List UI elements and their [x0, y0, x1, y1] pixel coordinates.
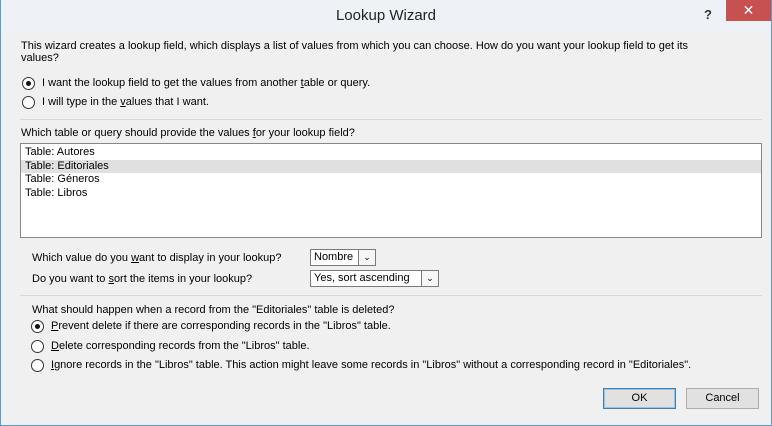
list-item-selected[interactable]: Table: Editoriales	[21, 159, 761, 173]
list-item[interactable]: Table: Libros	[21, 187, 761, 201]
radio-cascade-delete-label[interactable]: Delete corresponding records from the "L…	[51, 340, 310, 352]
intro-text-line1: This wizard creates a lookup field, whic…	[21, 40, 689, 52]
display-prompt: Which value do you want to display in yo…	[32, 252, 282, 264]
help-button[interactable]: ?	[698, 4, 718, 26]
radio-prevent-delete-label[interactable]: Prevent delete if there are correspondin…	[51, 320, 391, 332]
display-field-dropdown[interactable]: Nombre ⌄	[310, 249, 376, 266]
radio-ignore-records[interactable]	[31, 359, 44, 372]
radio-lookup-from-table-label[interactable]: I want the lookup field to get the value…	[42, 77, 370, 89]
intro-text-line2: values?	[21, 52, 59, 64]
delete-prompt: What should happen when a record from th…	[32, 304, 395, 316]
radio-ignore-records-label[interactable]: Ignore records in the "Libros" table. Th…	[51, 359, 691, 371]
separator	[20, 119, 762, 120]
chevron-down-icon: ⌄	[421, 271, 438, 286]
sort-order-dropdown[interactable]: Yes, sort ascending ⌄	[310, 270, 439, 287]
separator	[20, 295, 762, 296]
close-icon: ✕	[742, 2, 755, 18]
list-item[interactable]: Table: Géneros	[21, 173, 761, 187]
lookup-wizard-dialog: Lookup Wizard ? ✕ This wizard creates a …	[0, 0, 772, 426]
ok-button[interactable]: OK	[603, 388, 676, 409]
radio-cascade-delete[interactable]	[31, 340, 44, 353]
close-button[interactable]: ✕	[726, 0, 771, 21]
radio-lookup-from-table[interactable]	[22, 77, 35, 90]
source-prompt: Which table or query should provide the …	[21, 127, 355, 139]
list-item[interactable]: Table: Autores	[21, 146, 761, 160]
radio-prevent-delete[interactable]	[31, 320, 44, 333]
sort-prompt: Do you want to sort the items in your lo…	[32, 273, 253, 285]
title-bar: Lookup Wizard ? ✕	[1, 0, 771, 32]
chevron-down-icon: ⌄	[358, 250, 375, 265]
dialog-title: Lookup Wizard	[335, 7, 437, 24]
table-query-listbox[interactable]: Table: Autores Table: Editoriales Table:…	[20, 143, 762, 238]
radio-type-values-label[interactable]: I will type in the values that I want.	[42, 96, 209, 108]
radio-type-values[interactable]	[22, 96, 35, 109]
cancel-button[interactable]: Cancel	[686, 388, 759, 409]
